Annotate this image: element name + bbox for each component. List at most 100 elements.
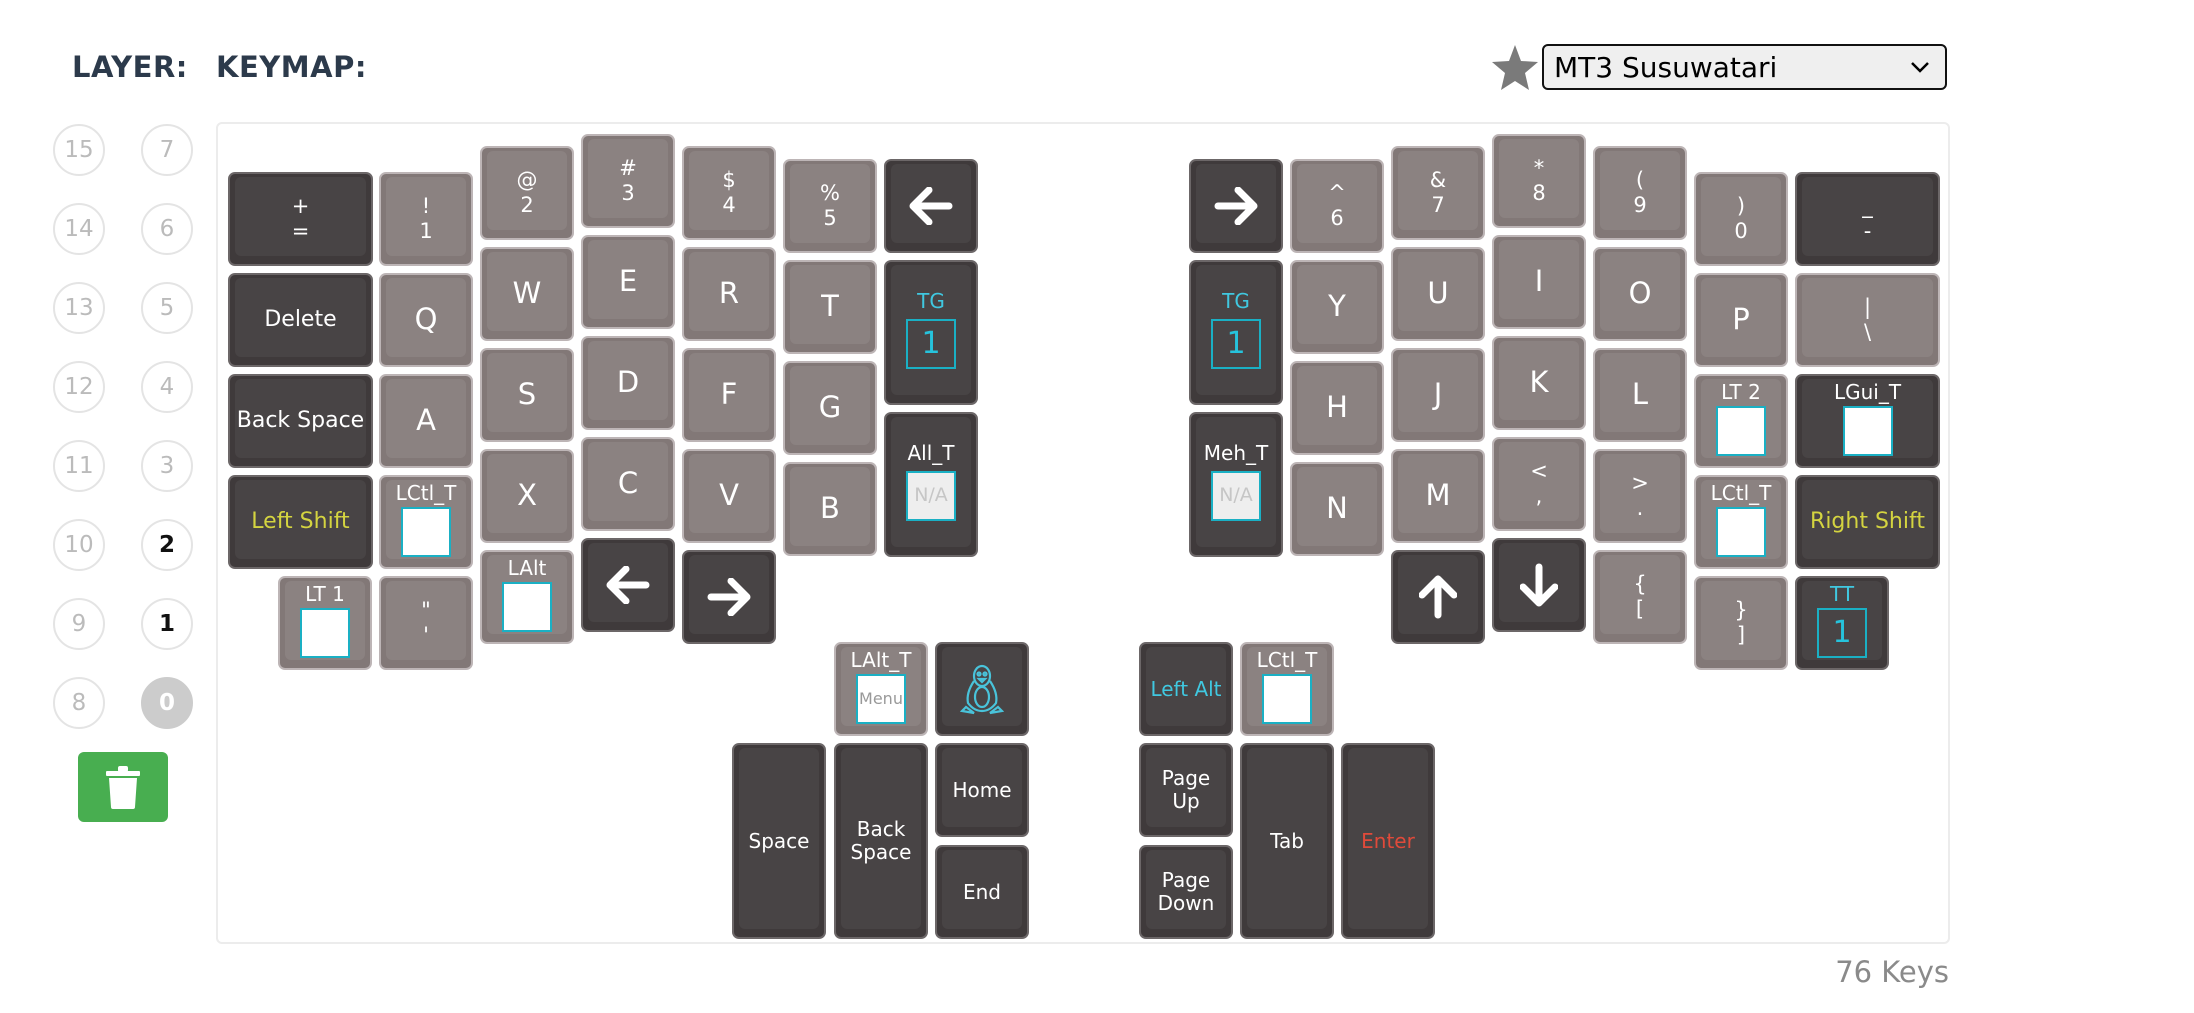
key-right-shift[interactable]: Right Shift	[1795, 475, 1940, 569]
key-lt1[interactable]: LT 1	[278, 576, 372, 670]
key-page-down[interactable]: Page Down	[1139, 845, 1233, 939]
key-period[interactable]: >.	[1593, 449, 1687, 543]
key-arrow-right-top[interactable]	[1189, 159, 1283, 253]
key-s[interactable]: S	[480, 348, 574, 442]
layer-button-11[interactable]: 11	[53, 440, 105, 492]
chevron-down-icon	[1911, 62, 1929, 73]
key-k[interactable]: K	[1492, 336, 1586, 430]
key-5[interactable]: % 5	[783, 159, 877, 253]
key-9[interactable]: (9	[1593, 146, 1687, 240]
key-arrow-left-top[interactable]	[884, 159, 978, 253]
layer-button-0[interactable]: 0	[141, 677, 193, 729]
key-rbracket[interactable]: }]	[1694, 576, 1788, 670]
layer-button-5[interactable]: 5	[141, 282, 193, 334]
key-lgui-t[interactable]: LGui_T	[1795, 374, 1940, 468]
key-8[interactable]: * 8	[1492, 134, 1586, 228]
key-7[interactable]: & 7	[1391, 146, 1485, 240]
key-arrow-right[interactable]	[682, 550, 776, 644]
key-quote[interactable]: " '	[379, 576, 473, 670]
layer-button-9[interactable]: 9	[53, 598, 105, 650]
key-1[interactable]: ! 1	[379, 172, 473, 266]
layer-button-8[interactable]: 8	[53, 677, 105, 729]
layer-button-2[interactable]: 2	[141, 519, 193, 571]
key-a[interactable]: A	[379, 374, 473, 468]
key-os[interactable]	[935, 642, 1029, 736]
key-q[interactable]: Q	[379, 273, 473, 367]
key-left-alt[interactable]: Left Alt	[1139, 642, 1233, 736]
key-p[interactable]: P	[1694, 273, 1788, 367]
keymap-select[interactable]: MT3 Susuwatari	[1542, 44, 1947, 90]
key-4[interactable]: $4	[682, 146, 776, 240]
key-arrow-left[interactable]	[581, 538, 675, 632]
key-minus[interactable]: _ -	[1795, 172, 1940, 266]
key-o[interactable]: O	[1593, 247, 1687, 341]
key-lalt[interactable]: LAlt	[480, 550, 574, 644]
key-u[interactable]: U	[1391, 247, 1485, 341]
key-6[interactable]: ^ 6	[1290, 159, 1384, 253]
key-i[interactable]: I	[1492, 235, 1586, 329]
key-c[interactable]: C	[581, 437, 675, 531]
key-l[interactable]: L	[1593, 348, 1687, 442]
key-tg-right[interactable]: TG 1	[1189, 260, 1283, 405]
key-enter[interactable]: Enter	[1341, 743, 1435, 939]
key-2[interactable]: @2	[480, 146, 574, 240]
key-end[interactable]: End	[935, 845, 1029, 939]
key-lctl-t-left[interactable]: LCtl_T	[379, 475, 473, 569]
layer-button-14[interactable]: 14	[53, 203, 105, 255]
key-lbracket[interactable]: {[	[1593, 550, 1687, 644]
key-e[interactable]: E	[581, 235, 675, 329]
key-space[interactable]: Space	[732, 743, 826, 939]
layer-button-3[interactable]: 3	[141, 440, 193, 492]
key-y[interactable]: Y	[1290, 260, 1384, 354]
key-delete[interactable]: Delete	[228, 273, 373, 367]
key-v[interactable]: V	[682, 449, 776, 543]
key-lt2[interactable]: LT 2	[1694, 374, 1788, 468]
layer-button-7[interactable]: 7	[141, 124, 193, 176]
key-f[interactable]: F	[682, 348, 776, 442]
key-lctl-t-right[interactable]: LCtl_T	[1694, 475, 1788, 569]
key-meh-t[interactable]: Meh_T N/A	[1189, 412, 1283, 557]
key-tg-left[interactable]: TG 1	[884, 260, 978, 405]
key-backspace-thumb[interactable]: Back Space	[834, 743, 928, 939]
layer-button-6[interactable]: 6	[141, 203, 193, 255]
key-b[interactable]: B	[783, 462, 877, 556]
layer-button-13[interactable]: 13	[53, 282, 105, 334]
key-arrow-down[interactable]	[1492, 538, 1586, 632]
layer-button-15[interactable]: 15	[53, 124, 105, 176]
key-arrow-up[interactable]	[1391, 550, 1485, 644]
key-r[interactable]: R	[682, 247, 776, 341]
key-g[interactable]: G	[783, 361, 877, 455]
key-m[interactable]: M	[1391, 449, 1485, 543]
key-w[interactable]: W	[480, 247, 574, 341]
key-backspace-left[interactable]: Back Space	[228, 374, 373, 468]
key-n[interactable]: N	[1290, 462, 1384, 556]
key-tab[interactable]: Tab	[1240, 743, 1334, 939]
layer-button-4[interactable]: 4	[141, 361, 193, 413]
key-t[interactable]: T	[783, 260, 877, 354]
key-tt[interactable]: TT 1	[1795, 576, 1889, 670]
key-backslash[interactable]: | \	[1795, 273, 1940, 367]
key-page-up[interactable]: Page Up	[1139, 743, 1233, 837]
key-3[interactable]: #3	[581, 134, 675, 228]
key-left-shift[interactable]: Left Shift	[228, 475, 373, 569]
arrow-left-icon	[606, 566, 650, 604]
key-0[interactable]: ) 0	[1694, 172, 1788, 266]
layer-button-12[interactable]: 12	[53, 361, 105, 413]
delete-layer-button[interactable]	[78, 752, 168, 822]
key-h[interactable]: H	[1290, 361, 1384, 455]
key-x[interactable]: X	[480, 449, 574, 543]
key-lalt-t[interactable]: LAlt_T Menu	[834, 642, 928, 736]
arrow-left-icon	[909, 187, 953, 225]
arrow-right-icon	[1214, 187, 1258, 225]
key-equal[interactable]: + =	[228, 172, 373, 266]
key-lctl-t-thumb[interactable]: LCtl_T	[1240, 642, 1334, 736]
key-comma[interactable]: <,	[1492, 437, 1586, 531]
key-j[interactable]: J	[1391, 348, 1485, 442]
key-d[interactable]: D	[581, 336, 675, 430]
layer-button-1[interactable]: 1	[141, 598, 193, 650]
key-home[interactable]: Home	[935, 743, 1029, 837]
key-all-t[interactable]: All_T N/A	[884, 412, 978, 557]
arrow-right-icon	[707, 578, 751, 616]
star-icon[interactable]	[1490, 43, 1540, 93]
layer-button-10[interactable]: 10	[53, 519, 105, 571]
